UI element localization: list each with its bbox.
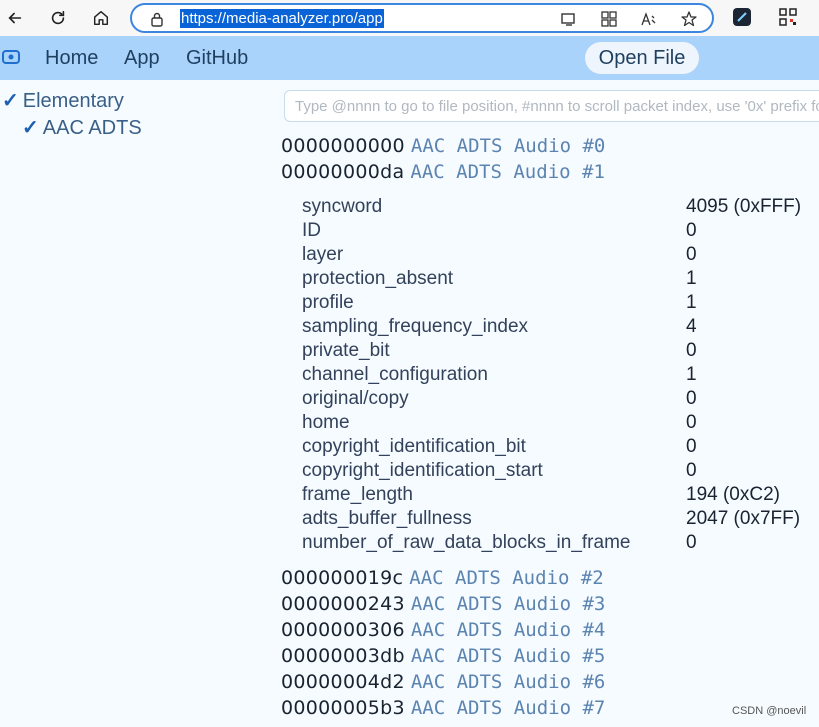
url-text[interactable]: https://media-analyzer.pro/app <box>180 9 384 28</box>
nav-github[interactable]: GitHub <box>186 47 248 70</box>
field-name: profile <box>302 292 354 313</box>
packet-offset: 00000003db <box>281 645 405 667</box>
check-icon: ✓ <box>22 117 39 139</box>
qr-code-icon[interactable] <box>778 7 798 27</box>
field-value: 0 <box>686 220 697 241</box>
field-name: layer <box>302 244 344 265</box>
field-value: 194 (0xC2) <box>686 484 780 505</box>
field-name: private_bit <box>302 340 390 361</box>
packet-row[interactable]: 00000003db AAC ADTS Audio #5 <box>281 643 605 669</box>
field-value: 0 <box>686 532 697 553</box>
field-value: 1 <box>686 364 697 385</box>
field-name: frame_length <box>302 484 413 505</box>
refresh-icon[interactable] <box>43 3 73 33</box>
packet-row[interactable]: 0000000243 AAC ADTS Audio #3 <box>281 591 605 617</box>
field-name: adts_buffer_fullness <box>302 508 472 529</box>
tree-item-aac-adts[interactable]: ✓ AAC ADTS <box>22 115 142 140</box>
packet-name: AAC ADTS Audio #7 <box>410 697 606 719</box>
search-box[interactable] <box>284 90 819 122</box>
packet-row[interactable]: 00000004d2 AAC ADTS Audio #6 <box>281 669 605 695</box>
nav-home[interactable]: Home <box>45 47 98 70</box>
search-input[interactable] <box>285 91 819 121</box>
tree-item-label: AAC ADTS <box>42 117 142 139</box>
grid-icon[interactable] <box>600 10 618 28</box>
back-icon[interactable] <box>0 3 30 33</box>
field-name: syncword <box>302 196 383 217</box>
field-name: copyright_identification_start <box>302 460 543 481</box>
read-aloud-icon[interactable] <box>640 10 658 28</box>
packet-offset: 0000000243 <box>281 593 405 615</box>
field-value: 0 <box>686 436 697 457</box>
field-name: copyright_identification_bit <box>302 436 526 457</box>
field-name: sampling_frequency_index <box>302 316 529 337</box>
field-value: 1 <box>686 268 697 289</box>
browser-toolbar: https://media-analyzer.pro/app <box>0 0 819 36</box>
field-value: 0 <box>686 412 697 433</box>
extension-icon[interactable] <box>732 7 752 27</box>
home-icon[interactable] <box>86 3 116 33</box>
packet-name: AAC ADTS Audio #5 <box>410 645 606 667</box>
field-name: original/copy <box>302 388 409 409</box>
packet-offset: 0000000000 <box>281 135 405 157</box>
tree-item-elementary[interactable]: ✓ Elementary <box>2 88 124 113</box>
field-value: 0 <box>686 340 697 361</box>
packet-name: AAC ADTS Audio #1 <box>410 161 605 183</box>
open-file-button[interactable]: Open File <box>585 42 699 74</box>
field-value: 0 <box>686 244 697 265</box>
field-value: 4 <box>686 316 697 337</box>
packet-row[interactable]: 000000019c AAC ADTS Audio #2 <box>281 565 604 591</box>
packet-offset: 000000019c <box>281 567 404 589</box>
nav-app[interactable]: App <box>124 47 160 70</box>
watermark: CSDN @noevil <box>732 705 807 717</box>
packet-offset: 0000000306 <box>281 619 405 641</box>
packet-row[interactable]: 00000000da AAC ADTS Audio #1 <box>281 159 605 185</box>
packet-name: AAC ADTS Audio #4 <box>410 619 606 641</box>
app-header: Home App GitHub Open File <box>0 36 819 80</box>
packet-row[interactable]: 0000000000 AAC ADTS Audio #0 <box>281 133 605 159</box>
field-value: 4095 (0xFFF) <box>686 196 802 217</box>
favorite-star-icon[interactable] <box>680 10 698 28</box>
check-icon: ✓ <box>2 90 19 112</box>
field-value: 0 <box>686 460 697 481</box>
field-name: channel_configuration <box>302 364 488 385</box>
packet-name: AAC ADTS Audio #2 <box>409 567 604 589</box>
packet-offset: 00000005b3 <box>281 697 405 719</box>
packet-offset: 00000004d2 <box>281 671 405 693</box>
app-available-icon[interactable] <box>560 10 578 28</box>
packet-row[interactable]: 00000005b3 AAC ADTS Audio #7 <box>281 695 605 721</box>
app-logo-icon[interactable] <box>2 49 20 65</box>
field-value: 2047 (0x7FF) <box>686 508 801 529</box>
packet-row[interactable]: 0000000306 AAC ADTS Audio #4 <box>281 617 605 643</box>
field-value: 1 <box>686 292 697 313</box>
packet-name: AAC ADTS Audio #6 <box>410 671 606 693</box>
field-name: number_of_raw_data_blocks_in_frame <box>302 532 631 553</box>
field-name: protection_absent <box>302 268 454 289</box>
packet-name: AAC ADTS Audio #0 <box>410 135 606 157</box>
field-name: ID <box>302 220 321 241</box>
packet-name: AAC ADTS Audio #3 <box>410 593 606 615</box>
field-name: home <box>302 412 350 433</box>
packet-offset: 00000000da <box>281 161 405 183</box>
tree-item-label: Elementary <box>22 90 124 112</box>
field-value: 0 <box>686 388 697 409</box>
lock-icon[interactable] <box>150 11 164 32</box>
address-bar[interactable]: https://media-analyzer.pro/app <box>130 3 714 33</box>
